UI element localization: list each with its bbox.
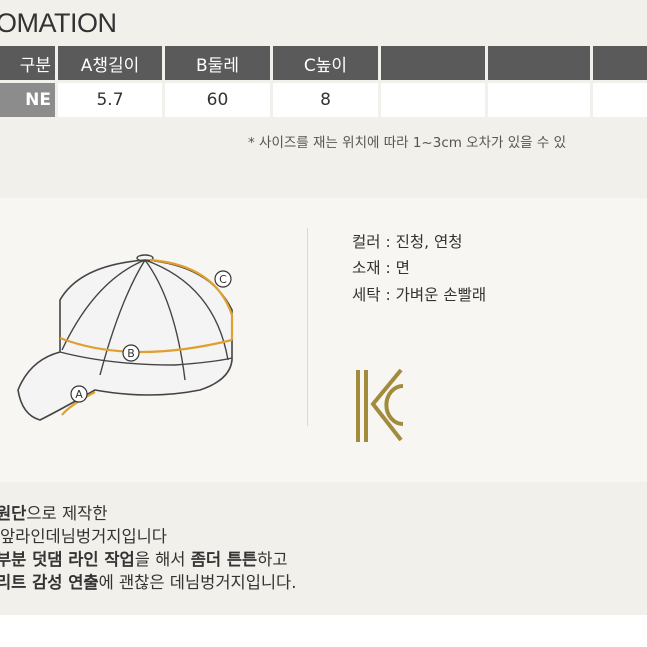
header-cell: A챙길이: [58, 46, 162, 80]
spec-color: 컬러 : 진청, 연청: [352, 233, 463, 251]
desc-text: 하고: [257, 550, 288, 569]
desc-line: 리트 감성 연출에 괜찮은 데님벙거지입니다.: [0, 569, 296, 593]
cap-diagram: A B C: [17, 254, 234, 421]
size-cell: NE: [0, 83, 55, 117]
size-note: * 사이즈를 재는 위치에 따라 1~3cm 오차가 있을 수 있: [248, 135, 566, 151]
desc-text: 을 해서: [134, 550, 191, 569]
desc-text: 으로 제작한: [26, 504, 108, 523]
spec-material: 소재 : 면: [352, 259, 410, 277]
value-cell: 5.7: [58, 83, 162, 117]
desc-bold: 리트 감성 연출: [0, 573, 99, 592]
header-cell: B둘레: [165, 46, 270, 80]
desc-text: 앞라인데님벙거지입니다: [0, 527, 167, 546]
value-cell: 60: [165, 83, 270, 117]
desc-line: 앞라인데님벙거지입니다: [0, 523, 167, 547]
divider: [307, 228, 308, 426]
value-cell: [381, 83, 485, 117]
header-cell: [593, 46, 647, 80]
kc-logo: [356, 368, 404, 442]
header-cell: C높이: [273, 46, 378, 80]
header-cell: 구분: [0, 46, 55, 80]
label-b: B: [127, 347, 135, 360]
desc-bold: 원단: [0, 504, 27, 523]
spec-wash: 세탁 : 가벼운 손빨래: [352, 286, 487, 304]
value-cell: [488, 83, 590, 117]
desc-bold: 부분 덧댐 라인 작업: [0, 550, 135, 569]
header-cell: [381, 46, 485, 80]
desc-line: 부분 덧댐 라인 작업을 해서 좀더 튼튼하고: [0, 546, 288, 570]
label-c: C: [219, 273, 227, 286]
header-cell: [488, 46, 590, 80]
section-title: OMATION: [0, 8, 117, 38]
desc-text: 에 괜찮은 데님벙거지입니다.: [98, 573, 297, 592]
desc-bold: 좀더 튼튼: [190, 550, 258, 569]
value-cell: [593, 83, 647, 117]
desc-line: 원단으로 제작한: [0, 500, 108, 524]
value-cell: 8: [273, 83, 378, 117]
label-a: A: [75, 388, 83, 401]
